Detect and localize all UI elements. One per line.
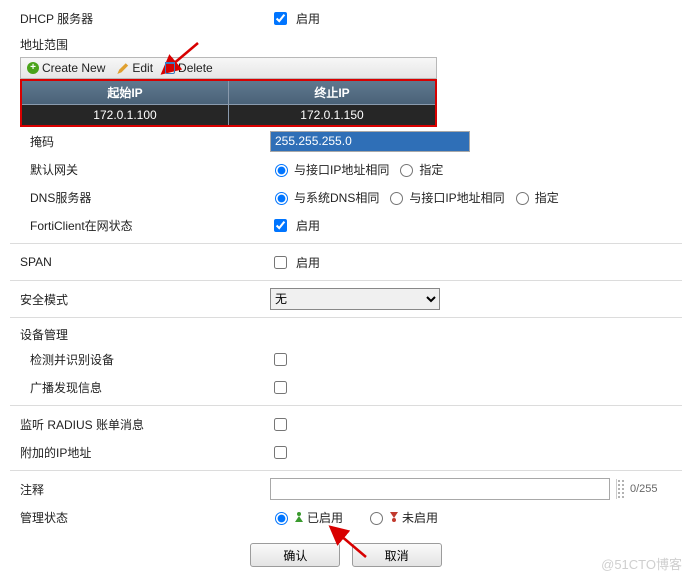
edit-label: Edit [132, 61, 153, 75]
secondary-ip-label: 附加的IP地址 [10, 444, 270, 461]
gateway-same-radio[interactable] [275, 164, 288, 177]
plus-icon: + [27, 62, 39, 74]
ok-button[interactable]: 确认 [250, 543, 340, 567]
create-new-button[interactable]: + Create New [27, 61, 105, 75]
dns-same-radio[interactable] [390, 192, 403, 205]
comment-counter: 0/255 [630, 483, 658, 495]
broadcast-label: 广播发现信息 [10, 379, 270, 396]
detect-device-checkbox[interactable] [274, 353, 287, 366]
resize-handle[interactable] [616, 479, 624, 499]
secondary-ip-checkbox[interactable] [274, 446, 287, 459]
dns-specify-radio[interactable] [516, 192, 529, 205]
ip-range-table: 起始IP 终止IP 172.0.1.100 172.0.1.150 [20, 79, 437, 127]
forticlient-text: 启用 [296, 217, 320, 234]
dns-system-text: 与系统DNS相同 [294, 189, 379, 206]
netmask-label: 掩码 [10, 133, 270, 150]
radius-label: 监听 RADIUS 账单消息 [10, 416, 270, 433]
end-ip-header[interactable]: 终止IP [229, 80, 437, 105]
end-ip-cell: 172.0.1.150 [229, 105, 437, 127]
cancel-button[interactable]: 取消 [352, 543, 442, 567]
table-row[interactable]: 172.0.1.100 172.0.1.150 [21, 105, 436, 127]
comment-input[interactable] [270, 478, 610, 500]
security-mode-select[interactable]: 无 [270, 288, 440, 310]
gateway-same-text: 与接口IP地址相同 [294, 161, 389, 178]
gateway-label: 默认网关 [10, 161, 270, 178]
dns-label: DNS服务器 [10, 189, 270, 206]
dhcp-server-label: DHCP 服务器 [10, 10, 270, 27]
netmask-input[interactable] [270, 131, 470, 152]
comment-label: 注释 [10, 481, 270, 498]
detect-device-label: 检测并识别设备 [10, 351, 270, 368]
device-mgmt-title: 设备管理 [10, 322, 682, 345]
admin-status-label: 管理状态 [10, 509, 270, 526]
arrow-down-icon [389, 512, 399, 522]
dhcp-enable-text: 启用 [296, 10, 320, 27]
security-mode-label: 安全模式 [10, 291, 270, 308]
gateway-specify-text: 指定 [419, 161, 443, 178]
radius-checkbox[interactable] [274, 418, 287, 431]
address-range-title: 地址范围 [10, 32, 682, 55]
start-ip-header[interactable]: 起始IP [21, 80, 229, 105]
dns-system-radio[interactable] [275, 192, 288, 205]
edit-button[interactable]: Edit [117, 61, 153, 75]
watermark: @51CTO博客 [601, 554, 682, 573]
span-checkbox[interactable] [274, 256, 287, 269]
range-toolbar: + Create New Edit Delete [20, 57, 437, 79]
forticlient-label: FortiClient在网状态 [10, 217, 270, 234]
gateway-specify-radio[interactable] [400, 164, 413, 177]
delete-label: Delete [178, 61, 213, 75]
create-new-label: Create New [42, 61, 105, 75]
broadcast-checkbox[interactable] [274, 381, 287, 394]
dns-same-text: 与接口IP地址相同 [409, 189, 504, 206]
status-up-radio[interactable] [275, 512, 288, 525]
pencil-icon [117, 62, 129, 74]
dns-specify-text: 指定 [535, 189, 559, 206]
forticlient-checkbox[interactable] [274, 219, 287, 232]
status-down-radio[interactable] [370, 512, 383, 525]
dhcp-enable-checkbox[interactable] [274, 12, 287, 25]
status-up-text: 已启用 [307, 509, 343, 526]
trash-icon [165, 62, 175, 74]
span-label: SPAN [10, 255, 270, 269]
span-text: 启用 [296, 254, 320, 271]
status-down-text: 未启用 [402, 509, 438, 526]
delete-button[interactable]: Delete [165, 61, 213, 75]
start-ip-cell: 172.0.1.100 [21, 105, 229, 127]
arrow-up-icon [294, 512, 304, 522]
